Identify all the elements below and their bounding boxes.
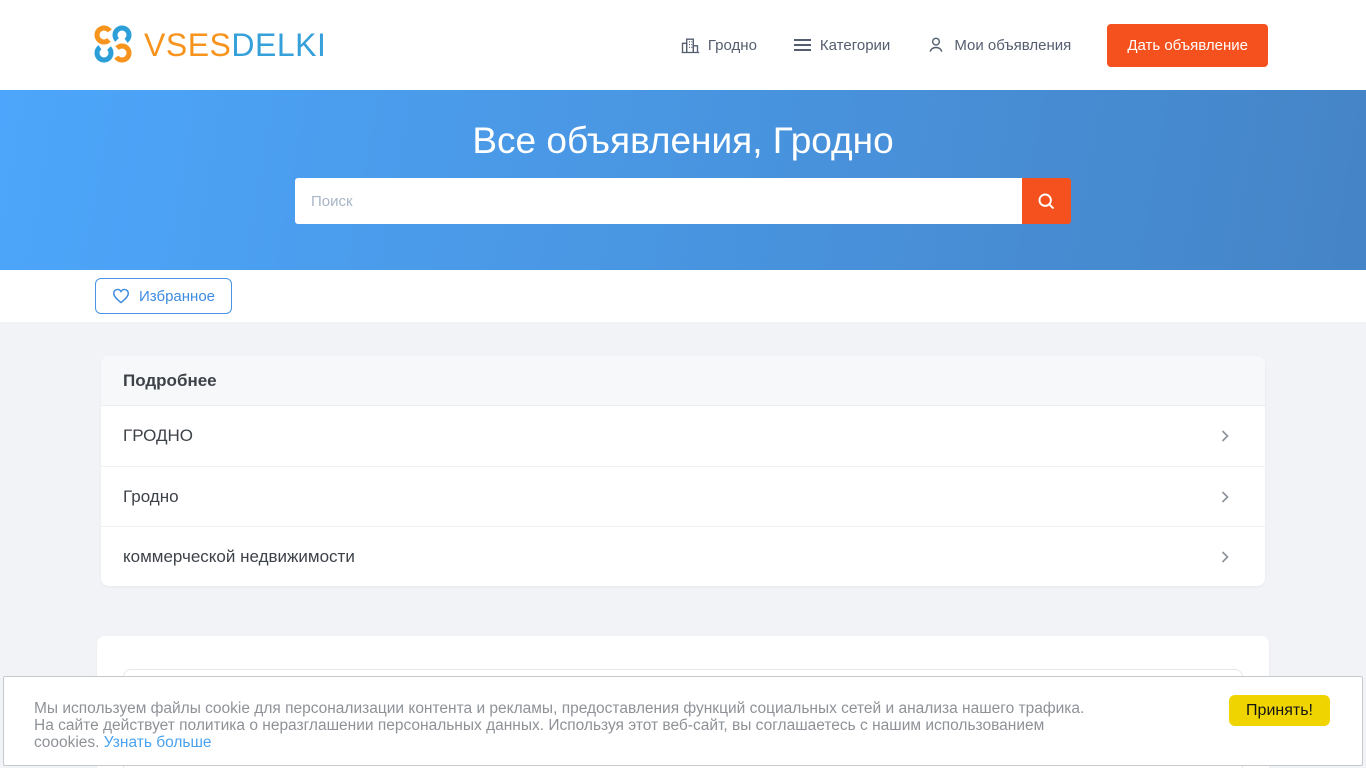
cookie-line-2: На сайте действует политика о неразглаше… [34,717,1045,735]
cookie-message: Мы используем файлы cookie для персонали… [34,700,1204,752]
logo-text: VSESDELKI [144,26,327,63]
search-button[interactable] [1022,178,1071,224]
categories-icon [793,39,811,51]
list-item-label: коммерческой недвижимости [123,546,355,566]
post-ad-button[interactable]: Дать объявление [1107,23,1268,67]
cookie-line-3: coookies. [34,734,100,752]
favorites-button[interactable]: Избранное [95,278,233,314]
search-bar [295,178,1071,224]
city-icon [681,38,700,54]
nav-my-ads[interactable]: Мои объявления [926,35,1071,55]
details-card: Подробнее ГРОДНО Гродно коммерческой нед… [101,356,1265,586]
search-input[interactable] [295,178,1022,224]
cookie-banner: Мы используем файлы cookie для персонали… [3,676,1363,766]
list-item-commercial-realty[interactable]: коммерческой недвижимости [101,526,1265,586]
nav-categories-label: Категории [819,36,891,54]
list-item-grodno-upper[interactable]: ГРОДНО [101,406,1265,466]
nav-city[interactable]: Гродно [680,35,757,55]
list-item-label: Гродно [123,486,179,506]
favorites-button-label: Избранное [139,287,216,305]
learn-more-link[interactable]: Узнать больше [104,734,212,751]
chevron-right-icon [1221,430,1229,442]
logo-icon [94,25,132,63]
chevron-right-icon [1221,490,1229,503]
search-icon [1038,193,1055,209]
cookie-line-1: Мы используем файлы cookie для персонали… [34,700,1085,717]
details-card-header: Подробнее [101,356,1265,406]
list-item-grodno[interactable]: Гродно [101,466,1265,526]
site-logo[interactable]: VSESDELKI [92,24,326,66]
nav-my-ads-label: Мои объявления [954,36,1072,54]
accept-cookies-button[interactable]: Принять! [1229,695,1330,726]
site-header: VSESDELKI Гродно Категории Мои объявлени… [0,0,1366,90]
list-item-label: ГРОДНО [123,426,194,445]
page-title: Все объявления, Гродно [472,120,894,161]
chevron-right-icon [1221,550,1229,563]
nav-city-label: Гродно [707,36,757,54]
main-navigation: Гродно Категории Мои объявления Дать объ… [680,23,1268,67]
user-icon [929,37,943,52]
nav-categories[interactable]: Категории [793,37,890,54]
favorites-strip: Избранное [0,270,1366,322]
hero-section: Все объявления, Гродно [0,90,1366,270]
heart-icon [112,288,130,304]
